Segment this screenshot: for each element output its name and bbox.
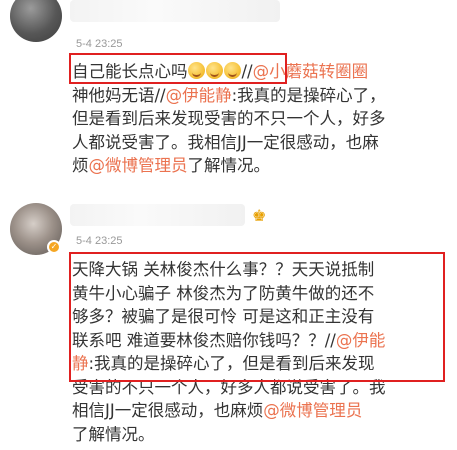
text-segment: 了解情况。 [187, 156, 271, 175]
mention-link[interactable]: @微博管理员 [89, 156, 188, 175]
mention-link-continued[interactable]: 静 [72, 354, 89, 373]
line-2: 黄牛小心骗子 林俊杰为了防黄牛做的还不 [72, 283, 375, 303]
line-3: 但是看到后来发现受害的不只一个人，好多 [72, 109, 386, 128]
line-2: 神他妈无语//@伊能静:我真的是操碎心了， [72, 84, 454, 108]
crown-icon: ♚ [252, 206, 267, 225]
separator: // [241, 62, 253, 81]
line-1: 自己能长点心吗 //@小蘑菇转圈圈 [72, 60, 454, 84]
text-segment: 神他妈无语// [72, 85, 166, 105]
comment-text: 自己能长点心吗 //@小蘑菇转圈圈 神他妈无语//@伊能静:我真的是操碎心了， 但… [72, 60, 454, 178]
avatar-blur [10, 0, 62, 42]
grinning-face-emoji-icon [187, 62, 205, 79]
timestamp: 5-4 23:25 [76, 235, 123, 247]
line-8: 了解情况。 [72, 424, 155, 444]
timestamp: 5-4 23:25 [76, 38, 123, 50]
text-segment: 联系吧 难道要林俊杰赔你钱吗？？// [72, 330, 336, 350]
comment-2: ✓ ♚ 5-4 23:25 天降大锅 关林俊杰什么事？？天天说抵制 黄牛小心骗子… [0, 195, 457, 450]
line-6: 受害的不只一个人，好多人都说受害了。我 [72, 377, 386, 397]
mention-link[interactable]: @伊能静 [166, 86, 232, 105]
line-1: 天降大锅 关林俊杰什么事？？天天说抵制 [72, 260, 375, 279]
grinning-face-emoji-icon [205, 62, 223, 79]
line-7: 相信JJ一定很感动，也麻烦@微博管理员 [72, 399, 454, 423]
grinning-face-emoji-icon [223, 62, 241, 79]
verified-badge-icon: ✓ [47, 240, 61, 254]
text-segment: 相信JJ一定很感动，也麻烦 [72, 401, 264, 420]
text-segment: :我真的是操碎心了，但是看到后来发现 [88, 354, 375, 373]
mention-link[interactable]: @微博管理员 [263, 401, 362, 420]
username-blurred[interactable] [70, 0, 280, 22]
mention-link[interactable]: @小蘑菇转圈圈 [253, 62, 369, 81]
mention-link[interactable]: @伊能 [336, 331, 386, 350]
username-blurred[interactable] [70, 204, 245, 226]
comment-1: 5-4 23:25 自己能长点心吗 //@小蘑菇转圈圈 神他妈无语//@伊能静:我… [0, 0, 457, 195]
highlight-text: 自己能长点心吗 [72, 62, 188, 81]
text-segment: :我真的是操碎心了， [231, 85, 386, 105]
line-4: 联系吧 难道要林俊杰赔你钱吗？？//@伊能 [72, 329, 454, 353]
text-segment: 烦 [72, 156, 89, 175]
line-4: 人都说受害了。我相信JJ一定很感动，也麻 [72, 132, 379, 152]
line-5: 静:我真的是操碎心了，但是看到后来发现 [72, 352, 454, 376]
avatar[interactable] [10, 0, 62, 42]
comment-text: 天降大锅 关林俊杰什么事？？天天说抵制 黄牛小心骗子 林俊杰为了防黄牛做的还不 … [72, 258, 454, 446]
line-3: 够多？被骗了是很可怜 可是这和正主没有 [72, 307, 375, 326]
line-5: 烦@微博管理员了解情况。 [72, 154, 454, 178]
